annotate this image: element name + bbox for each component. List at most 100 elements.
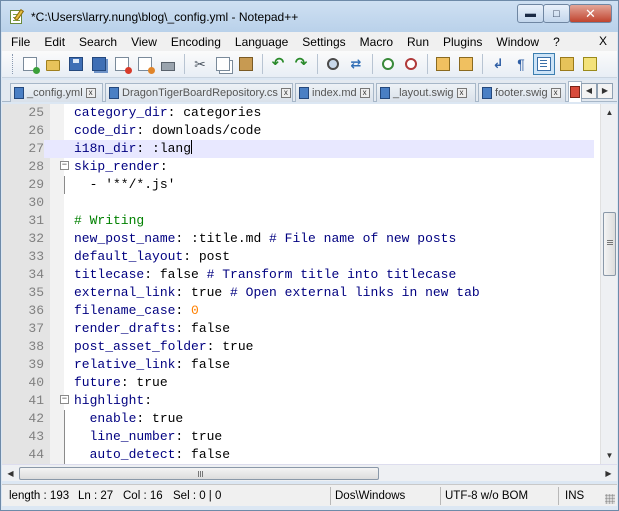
redo-button[interactable]: ↷: [290, 53, 312, 75]
zoom-out-button[interactable]: [400, 53, 422, 75]
line-number: 28: [2, 158, 44, 176]
show-all-chars-button[interactable]: ¶: [510, 53, 532, 75]
close-document-button[interactable]: X: [599, 34, 607, 48]
horizontal-scroll-thumb[interactable]: [19, 467, 379, 480]
minimize-button[interactable]: ▬: [517, 4, 544, 23]
menu-search[interactable]: Search: [72, 35, 124, 49]
doc-map-icon: [583, 57, 597, 71]
new-file-button[interactable]: [19, 53, 41, 75]
line-number: 29: [2, 176, 44, 194]
menu-language[interactable]: Language: [228, 35, 295, 49]
code-line[interactable]: 32 new_post_name: :title.md # File name o…: [2, 230, 594, 248]
status-separator: [440, 487, 441, 505]
toolbar-grip[interactable]: [12, 54, 15, 74]
zoom-in-button[interactable]: [377, 53, 399, 75]
code-line[interactable]: 38 post_asset_folder: true: [2, 338, 594, 356]
code-line[interactable]: 42 enable: true: [2, 410, 594, 428]
code-line[interactable]: 30: [2, 194, 594, 212]
save-icon: [69, 57, 83, 71]
code-line[interactable]: 43 line_number: true: [2, 428, 594, 446]
fold-toggle-icon[interactable]: −: [60, 395, 69, 404]
resize-grip[interactable]: [605, 494, 615, 504]
menu-help[interactable]: ?: [546, 35, 567, 49]
find-button[interactable]: [322, 53, 344, 75]
save-all-button[interactable]: [88, 53, 110, 75]
tab-layout-swig[interactable]: _layout.swig x: [376, 83, 476, 102]
code-line[interactable]: 25 category_dir: categories: [2, 104, 594, 122]
tab-config-yml[interactable]: _config.yml x: [10, 83, 103, 102]
code-line[interactable]: 31 # Writing: [2, 212, 594, 230]
code-line[interactable]: 34 titlecase: false # Transform title int…: [2, 266, 594, 284]
tab-close-icon[interactable]: x: [85, 88, 96, 98]
cut-button[interactable]: ✂: [189, 53, 211, 75]
fold-guide-line: [64, 176, 65, 194]
menu-file[interactable]: File: [2, 35, 37, 49]
fold-toggle-icon[interactable]: −: [60, 161, 69, 170]
save-button[interactable]: [65, 53, 87, 75]
sync-vertical-button[interactable]: [432, 53, 454, 75]
code-line[interactable]: 35 external_link: true # Open external li…: [2, 284, 594, 302]
print-button[interactable]: [157, 53, 179, 75]
tab-close-icon[interactable]: x: [280, 88, 291, 98]
open-file-button[interactable]: [42, 53, 64, 75]
code-line[interactable]: 44 auto_detect: false: [2, 446, 594, 464]
code-line[interactable]: 41 − highlight:: [2, 392, 594, 410]
copy-button[interactable]: [212, 53, 234, 75]
horizontal-scrollbar[interactable]: ◀ ▶: [2, 464, 617, 481]
tab-dragon-tiger-board-repository[interactable]: DragonTigerBoardRepository.cs x: [105, 83, 293, 102]
tab-close-icon[interactable]: x: [550, 88, 561, 98]
close-window-button[interactable]: ✕: [569, 4, 612, 23]
tab-footer-swig[interactable]: footer.swig x: [478, 83, 566, 102]
notepad-app-icon[interactable]: [9, 8, 25, 25]
menu-plugins[interactable]: Plugins: [436, 35, 489, 49]
replace-button[interactable]: ⇄: [345, 53, 367, 75]
yaml-inline-comment: # Transform title into titlecase: [206, 267, 457, 282]
sync-horizontal-button[interactable]: [455, 53, 477, 75]
maximize-button[interactable]: □: [543, 4, 570, 23]
vertical-scrollbar[interactable]: ▲ ▼: [600, 104, 617, 464]
code-line[interactable]: 36 filename_case: 0: [2, 302, 594, 320]
scroll-right-button[interactable]: ▶: [600, 465, 617, 482]
menu-macro[interactable]: Macro: [353, 35, 400, 49]
code-line[interactable]: 39 relative_link: false: [2, 356, 594, 374]
close-button[interactable]: [111, 53, 133, 75]
tab-close-icon[interactable]: x: [359, 88, 370, 98]
title-bar[interactable]: *C:\Users\larry.nung\blog\_config.yml - …: [1, 1, 618, 32]
close-all-button[interactable]: [134, 53, 156, 75]
code-line[interactable]: 28 − skip_render:: [2, 158, 594, 176]
vertical-scroll-thumb[interactable]: [603, 212, 616, 276]
toolbar-separator: [184, 54, 185, 74]
menu-run[interactable]: Run: [400, 35, 436, 49]
code-line[interactable]: 26 code_dir: downloads/code: [2, 122, 594, 140]
code-line[interactable]: 29 - '**/*.js': [2, 176, 594, 194]
scroll-up-button[interactable]: ▲: [602, 104, 617, 121]
menu-edit[interactable]: Edit: [37, 35, 72, 49]
scroll-down-button[interactable]: ▼: [602, 447, 617, 464]
scroll-left-button[interactable]: ◀: [2, 465, 19, 482]
code-line[interactable]: 33 default_layout: post: [2, 248, 594, 266]
code-editor[interactable]: 25 category_dir: categories 26 code_dir: do…: [2, 104, 617, 464]
menu-settings[interactable]: Settings: [295, 35, 352, 49]
code-line[interactable]: 37 render_drafts: false: [2, 320, 594, 338]
tab-index-md[interactable]: index.md x: [295, 83, 374, 102]
tab-active[interactable]: [568, 81, 582, 102]
user-language-button[interactable]: [556, 53, 578, 75]
line-number: 44: [2, 446, 44, 464]
word-wrap-button[interactable]: ↲: [487, 53, 509, 75]
yaml-key: highlight: [74, 393, 145, 408]
code-line[interactable]: 40 future: true: [2, 374, 594, 392]
find-icon: [327, 58, 339, 70]
indent-guide-button[interactable]: [533, 53, 555, 75]
paste-button[interactable]: [235, 53, 257, 75]
menu-window[interactable]: Window: [489, 35, 546, 49]
tab-close-icon[interactable]: x: [456, 88, 467, 98]
yaml-key: skip_render: [74, 159, 160, 174]
doc-map-button[interactable]: [579, 53, 601, 75]
tab-scroll-left-button[interactable]: ◀: [581, 83, 597, 99]
menu-encoding[interactable]: Encoding: [164, 35, 228, 49]
tab-scroll-right-button[interactable]: ▶: [597, 83, 613, 99]
undo-button[interactable]: ↶: [267, 53, 289, 75]
menu-view[interactable]: View: [124, 35, 164, 49]
code-text: category_dir: categories: [74, 104, 261, 122]
code-line[interactable]: 27 i18n_dir: :lang: [2, 140, 594, 158]
